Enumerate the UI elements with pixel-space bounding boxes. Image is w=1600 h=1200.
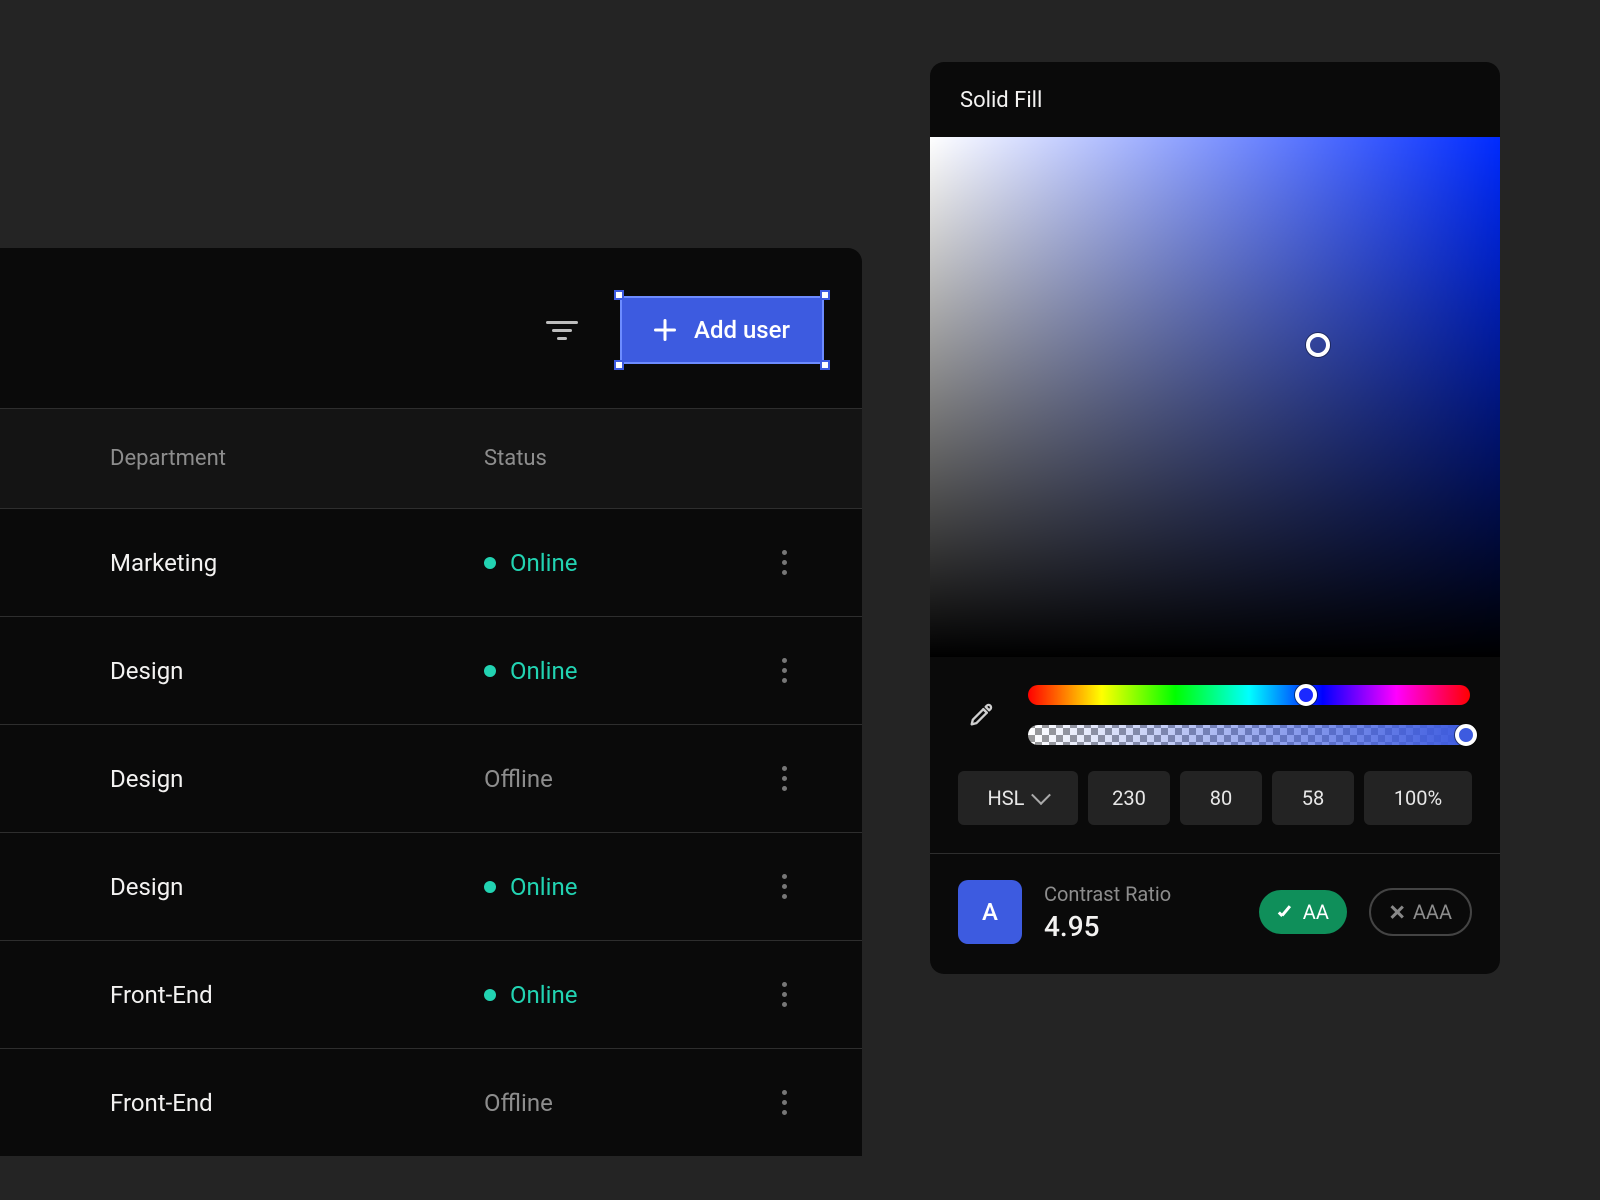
row-menu-icon[interactable] <box>782 658 787 683</box>
add-user-selection: Add user <box>620 296 824 364</box>
status-label: Online <box>510 657 577 685</box>
eyedropper-icon[interactable] <box>960 694 1002 736</box>
status-dot-icon <box>484 557 496 569</box>
users-table-panel: Add user Department Status Marketing Onli… <box>0 248 862 1156</box>
cell-status: Offline <box>484 1089 744 1117</box>
aa-label: AA <box>1303 900 1329 924</box>
hue-input[interactable]: 230 <box>1088 771 1170 825</box>
cell-status: Online <box>484 981 744 1009</box>
contrast-label: Contrast Ratio <box>1044 882 1237 906</box>
cell-status: Online <box>484 873 744 901</box>
status-label: Online <box>510 873 577 901</box>
chevron-down-icon <box>1034 791 1048 805</box>
alpha-input[interactable]: 100% <box>1364 771 1472 825</box>
cell-status: Offline <box>484 765 744 793</box>
cell-department: Marketing <box>110 549 484 577</box>
color-mode-select[interactable]: HSL <box>958 771 1078 825</box>
add-user-label: Add user <box>694 316 790 344</box>
hue-thumb[interactable] <box>1295 684 1317 706</box>
status-label: Online <box>510 549 577 577</box>
row-menu-icon[interactable] <box>782 766 787 791</box>
plus-icon <box>654 319 676 341</box>
add-user-button[interactable]: Add user <box>620 296 824 364</box>
aaa-label: AAA <box>1413 900 1452 924</box>
contrast-aaa-badge: AAA <box>1369 888 1472 936</box>
column-header-department: Department <box>110 446 484 471</box>
cell-department: Design <box>110 873 484 901</box>
alpha-slider[interactable] <box>1028 725 1470 745</box>
status-label: Offline <box>484 1089 553 1117</box>
picker-title: Solid Fill <box>930 62 1500 137</box>
color-values-row: HSL 230 80 58 100% <box>930 763 1500 853</box>
table-row: DesignOffline <box>0 724 862 832</box>
cell-status: Online <box>484 657 744 685</box>
status-dot-icon <box>484 989 496 1001</box>
table-row: Front-EndOffline <box>0 1048 862 1156</box>
cell-department: Design <box>110 657 484 685</box>
table-toolbar: Add user <box>0 248 862 408</box>
cell-department: Front-End <box>110 981 484 1009</box>
status-dot-icon <box>484 665 496 677</box>
status-label: Online <box>510 981 577 1009</box>
row-menu-icon[interactable] <box>782 874 787 899</box>
color-picker-panel: Solid Fill HSL 230 80 58 100% <box>930 62 1500 974</box>
row-menu-icon[interactable] <box>782 982 787 1007</box>
x-icon <box>1389 904 1405 920</box>
contrast-row: A Contrast Ratio 4.95 AA AAA <box>930 853 1500 974</box>
filter-icon[interactable] <box>546 321 578 340</box>
table-row: Design Online <box>0 616 862 724</box>
row-menu-icon[interactable] <box>782 550 787 575</box>
sv-cursor[interactable] <box>1306 333 1330 357</box>
status-dot-icon <box>484 881 496 893</box>
selection-handle[interactable] <box>820 360 830 370</box>
table-row: Design Online <box>0 832 862 940</box>
column-header-status: Status <box>484 446 744 471</box>
hue-slider[interactable] <box>1028 685 1470 705</box>
table-row: Front-End Online <box>0 940 862 1048</box>
selection-handle[interactable] <box>820 290 830 300</box>
cell-department: Design <box>110 765 484 793</box>
alpha-thumb[interactable] <box>1455 724 1477 746</box>
saturation-input[interactable]: 80 <box>1180 771 1262 825</box>
contrast-swatch: A <box>958 880 1022 944</box>
cell-department: Front-End <box>110 1089 484 1117</box>
check-icon <box>1277 903 1295 921</box>
selection-handle[interactable] <box>614 360 624 370</box>
lightness-input[interactable]: 58 <box>1272 771 1354 825</box>
sliders-row <box>930 657 1500 763</box>
saturation-value-field[interactable] <box>930 137 1500 657</box>
color-mode-label: HSL <box>988 786 1025 810</box>
table-row: Marketing Online <box>0 508 862 616</box>
row-menu-icon[interactable] <box>782 1090 787 1115</box>
contrast-value: 4.95 <box>1044 910 1237 943</box>
cell-status: Online <box>484 549 744 577</box>
table-header-row: Department Status <box>0 408 862 508</box>
contrast-aa-badge: AA <box>1259 890 1347 934</box>
status-label: Offline <box>484 765 553 793</box>
selection-handle[interactable] <box>614 290 624 300</box>
